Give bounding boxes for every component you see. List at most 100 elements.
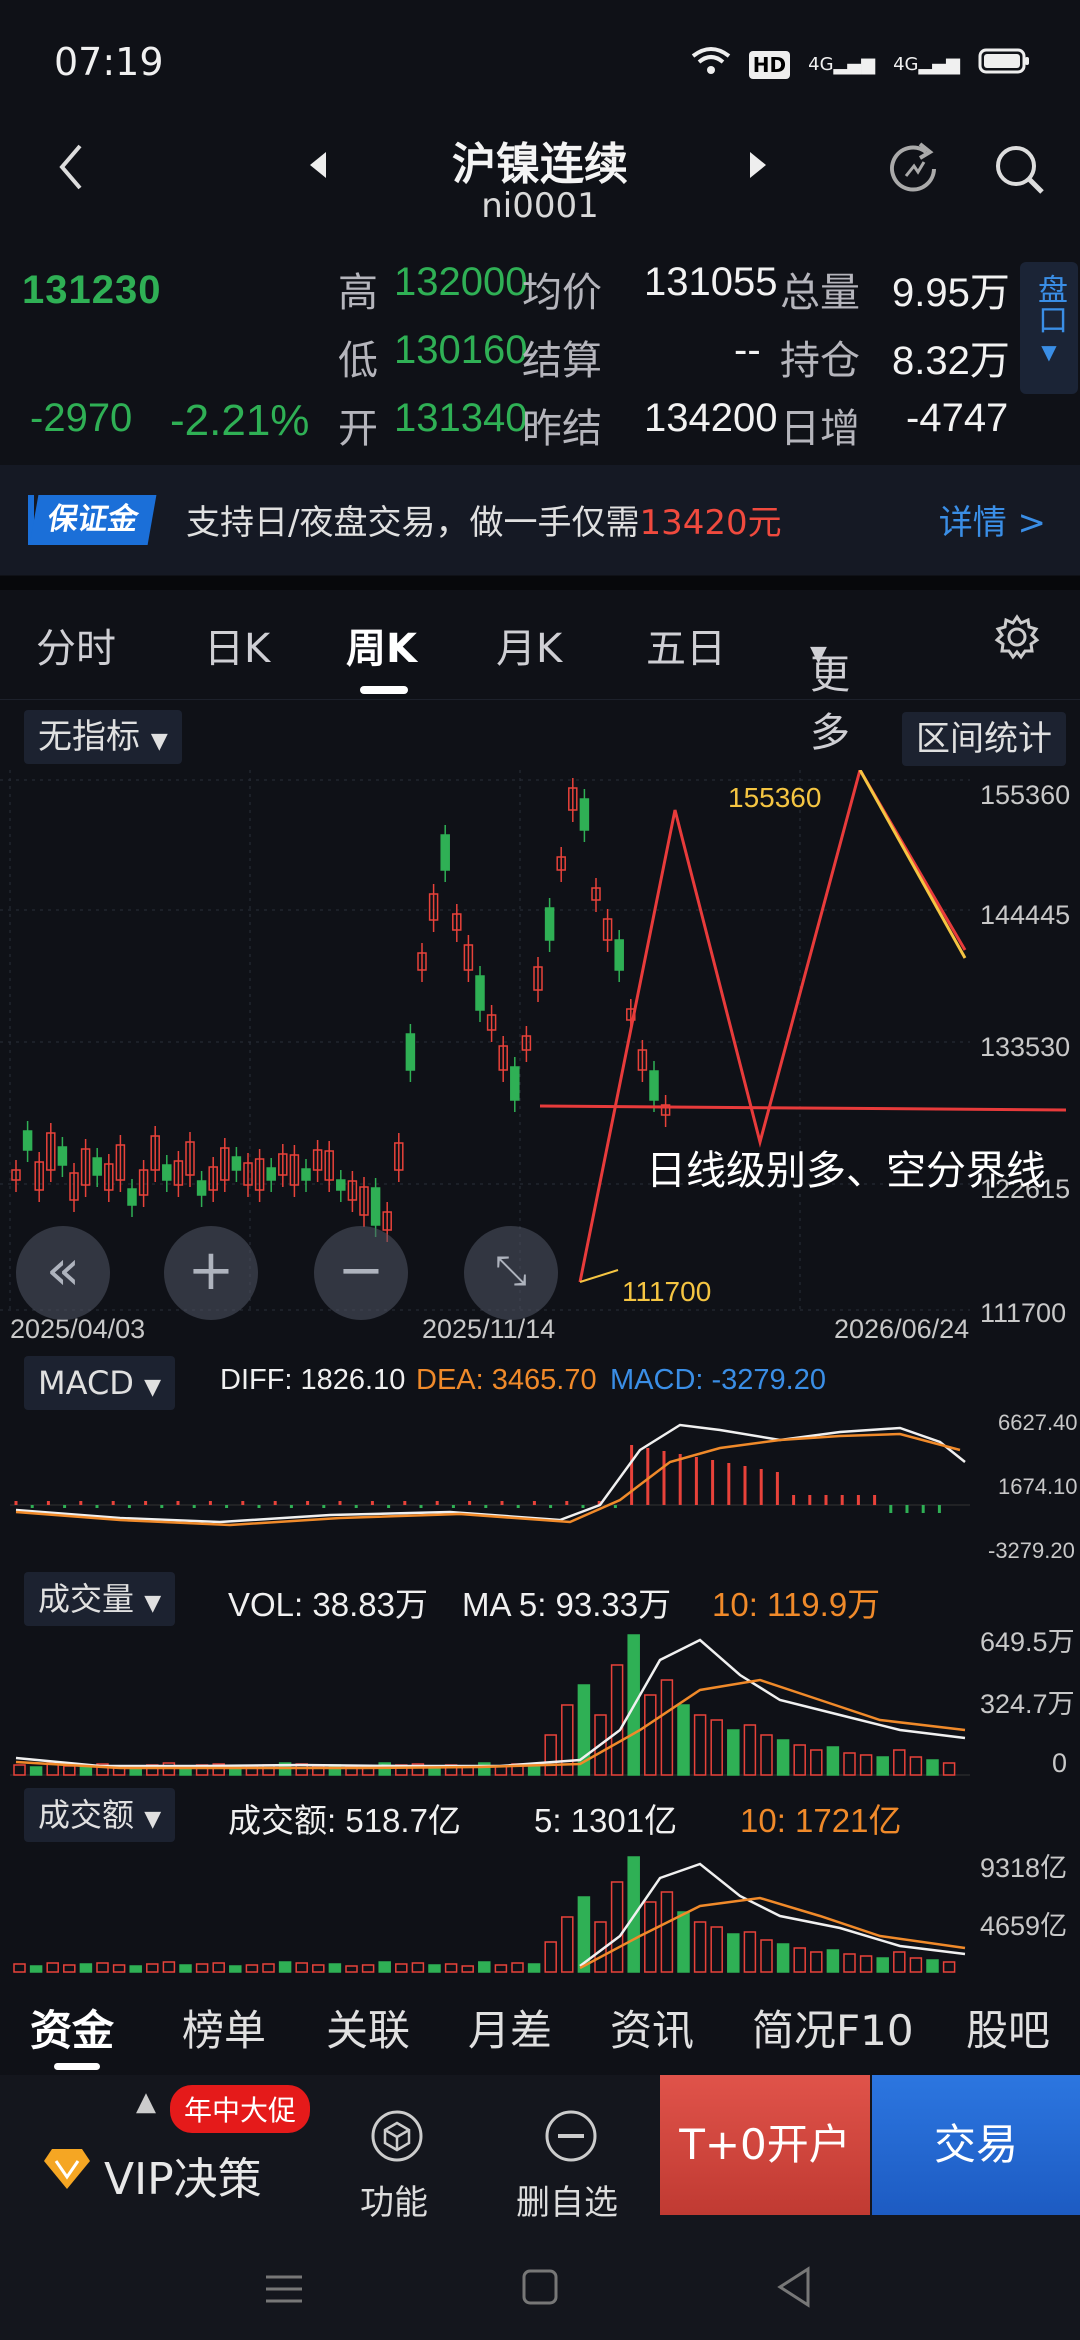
remove-watchlist-button[interactable]: 删自选 [490, 2075, 650, 2245]
amount-bar [810, 1951, 823, 1973]
zoom-in-button[interactable]: + [164, 1226, 258, 1320]
volume-bar [610, 1664, 624, 1776]
volume-select[interactable]: 成交量 ▼ [24, 1572, 176, 1626]
margin-tag: 保证金 [29, 495, 157, 545]
indicator-select[interactable]: 无指标 ▼ [24, 710, 182, 764]
tab-funds[interactable]: 资金 [30, 1997, 114, 2058]
volume-bar [926, 1759, 939, 1776]
menu-icon[interactable] [262, 2269, 306, 2313]
amount-bar [843, 1953, 856, 1973]
tab-daily-k[interactable]: 日K [204, 616, 270, 674]
amount-bar [727, 1933, 740, 1973]
tab-spread[interactable]: 月差 [468, 1997, 552, 2058]
refresh-icon[interactable] [884, 140, 942, 202]
tab-rank[interactable]: 榜单 [182, 1997, 266, 2058]
period-tabs: 分时 日K 周K 月K 五日 更多 ▼ [0, 590, 1080, 756]
dropdown-icon: ▼ [144, 1591, 162, 1616]
detail-link[interactable]: 详情 > [939, 495, 1046, 544]
vip-label: VIP决策 [104, 2154, 262, 2205]
tab-five-day[interactable]: 五日 [646, 616, 726, 674]
margin-banner[interactable]: 保证金 支持日/夜盘交易，做一手仅需13420元 详情 > [0, 465, 1080, 575]
scroll-left-button[interactable]: « [16, 1226, 110, 1320]
trade-button[interactable]: 交易 [872, 2075, 1080, 2215]
tab-f10[interactable]: 简况F10 [752, 1997, 914, 2058]
candle [370, 1187, 381, 1226]
amount-bar [395, 1963, 408, 1973]
volume-bar [942, 1762, 956, 1776]
vol-ma5: MA 5: 93.33万 [462, 1586, 672, 1623]
candle [301, 1168, 311, 1181]
candle [92, 1157, 102, 1176]
kline-chart[interactable]: 155360 144445 133530 122615 111700 2025/… [0, 766, 1080, 1344]
trade-label: 交易 [933, 2120, 1018, 2169]
macd-tick-1: 6627.40 [998, 1410, 1078, 1435]
function-label: 功能 [360, 2183, 428, 2223]
tab-fenshi[interactable]: 分时 [36, 616, 116, 674]
tab-monthly-k[interactable]: 月K [496, 616, 562, 674]
amount-bar [312, 1964, 325, 1973]
candle [544, 907, 555, 941]
section-divider [0, 576, 1080, 590]
low-pointer [579, 1269, 619, 1283]
date-start: 2025/04/03 [10, 1314, 146, 1344]
zoom-out-button[interactable]: − [314, 1226, 408, 1320]
settings-icon[interactable] [994, 614, 1040, 670]
amount-bar [610, 1881, 624, 1973]
candle [475, 975, 485, 1011]
candle [405, 1033, 416, 1071]
vol-tick-1: 649.5万 [980, 1627, 1075, 1657]
amount-bar [345, 1965, 358, 1973]
amount-bar [561, 1916, 574, 1973]
quote-panel: 131230 -2970 -2.21% 高 132000 均价 131055 总… [0, 250, 1080, 451]
prev-settle-label: 昨结 [522, 407, 602, 451]
amount-bar [942, 1961, 956, 1973]
amount-bar [428, 1964, 441, 1973]
volume-label: 总量 [780, 271, 860, 315]
vip-button[interactable]: ▲ 年中大促 VIP决策 [0, 2075, 310, 2245]
promo-badge: 年中大促 [170, 2085, 310, 2133]
amount-select[interactable]: 成交额 ▼ [24, 1788, 176, 1842]
battery-icon [978, 47, 1030, 82]
volume-bar [859, 1754, 873, 1776]
home-icon[interactable] [520, 2267, 560, 2311]
vip-diamond-icon [42, 2147, 92, 2195]
open-account-button[interactable]: T+0开户 [660, 2075, 870, 2215]
margin-amount: 13420元 [639, 503, 782, 543]
down-arrow-line [858, 769, 967, 959]
tab-news[interactable]: 资讯 [610, 1997, 694, 2058]
daily-change-value: -4747 [906, 396, 1009, 440]
avg-label: 均价 [522, 271, 602, 315]
tab-weekly-k[interactable]: 周K [346, 616, 417, 674]
range-stats-button[interactable]: 区间统计 [902, 712, 1066, 766]
volume-bar [693, 1714, 707, 1776]
status-icons: HD 4G▂▄▆ 4G▂▄▆ [691, 46, 1030, 83]
high-label: 高 [338, 271, 378, 315]
y-tick-2: 144445 [980, 900, 1071, 930]
signal-icon-1: 4G▂▄▆ [808, 54, 876, 75]
date-end: 2026/06/24 [834, 1314, 970, 1344]
search-icon[interactable] [992, 142, 1048, 202]
amount-bar [162, 1961, 176, 1973]
header: 沪镍连续 ni0001 [0, 120, 1080, 250]
volume-bar [13, 1764, 26, 1776]
back-nav-icon[interactable] [774, 2265, 814, 2313]
amount-bar [444, 1963, 458, 1973]
settle-value: -- [734, 328, 761, 372]
amount-bar [245, 1964, 259, 1973]
function-button[interactable]: 功能 [316, 2075, 476, 2245]
dropdown-icon: ▼ [144, 1375, 162, 1400]
amount-bar [361, 1964, 375, 1973]
fullscreen-button[interactable]: ⤡ [464, 1226, 558, 1320]
tab-related[interactable]: 关联 [326, 1997, 410, 2058]
price-change: -2970 [30, 396, 133, 440]
hd-icon: HD [748, 50, 791, 79]
pankou-button[interactable]: 盘口 ▼ [1020, 262, 1078, 394]
candle [510, 1066, 520, 1101]
next-contract-icon[interactable] [748, 150, 768, 184]
amount-bar [13, 1963, 26, 1973]
tab-forum[interactable]: 股吧 [966, 1997, 1050, 2058]
amount-bar [328, 1963, 342, 1973]
macd-select[interactable]: MACD ▼ [24, 1356, 176, 1410]
amount-bar [909, 1957, 923, 1973]
trend-line [578, 766, 967, 1283]
